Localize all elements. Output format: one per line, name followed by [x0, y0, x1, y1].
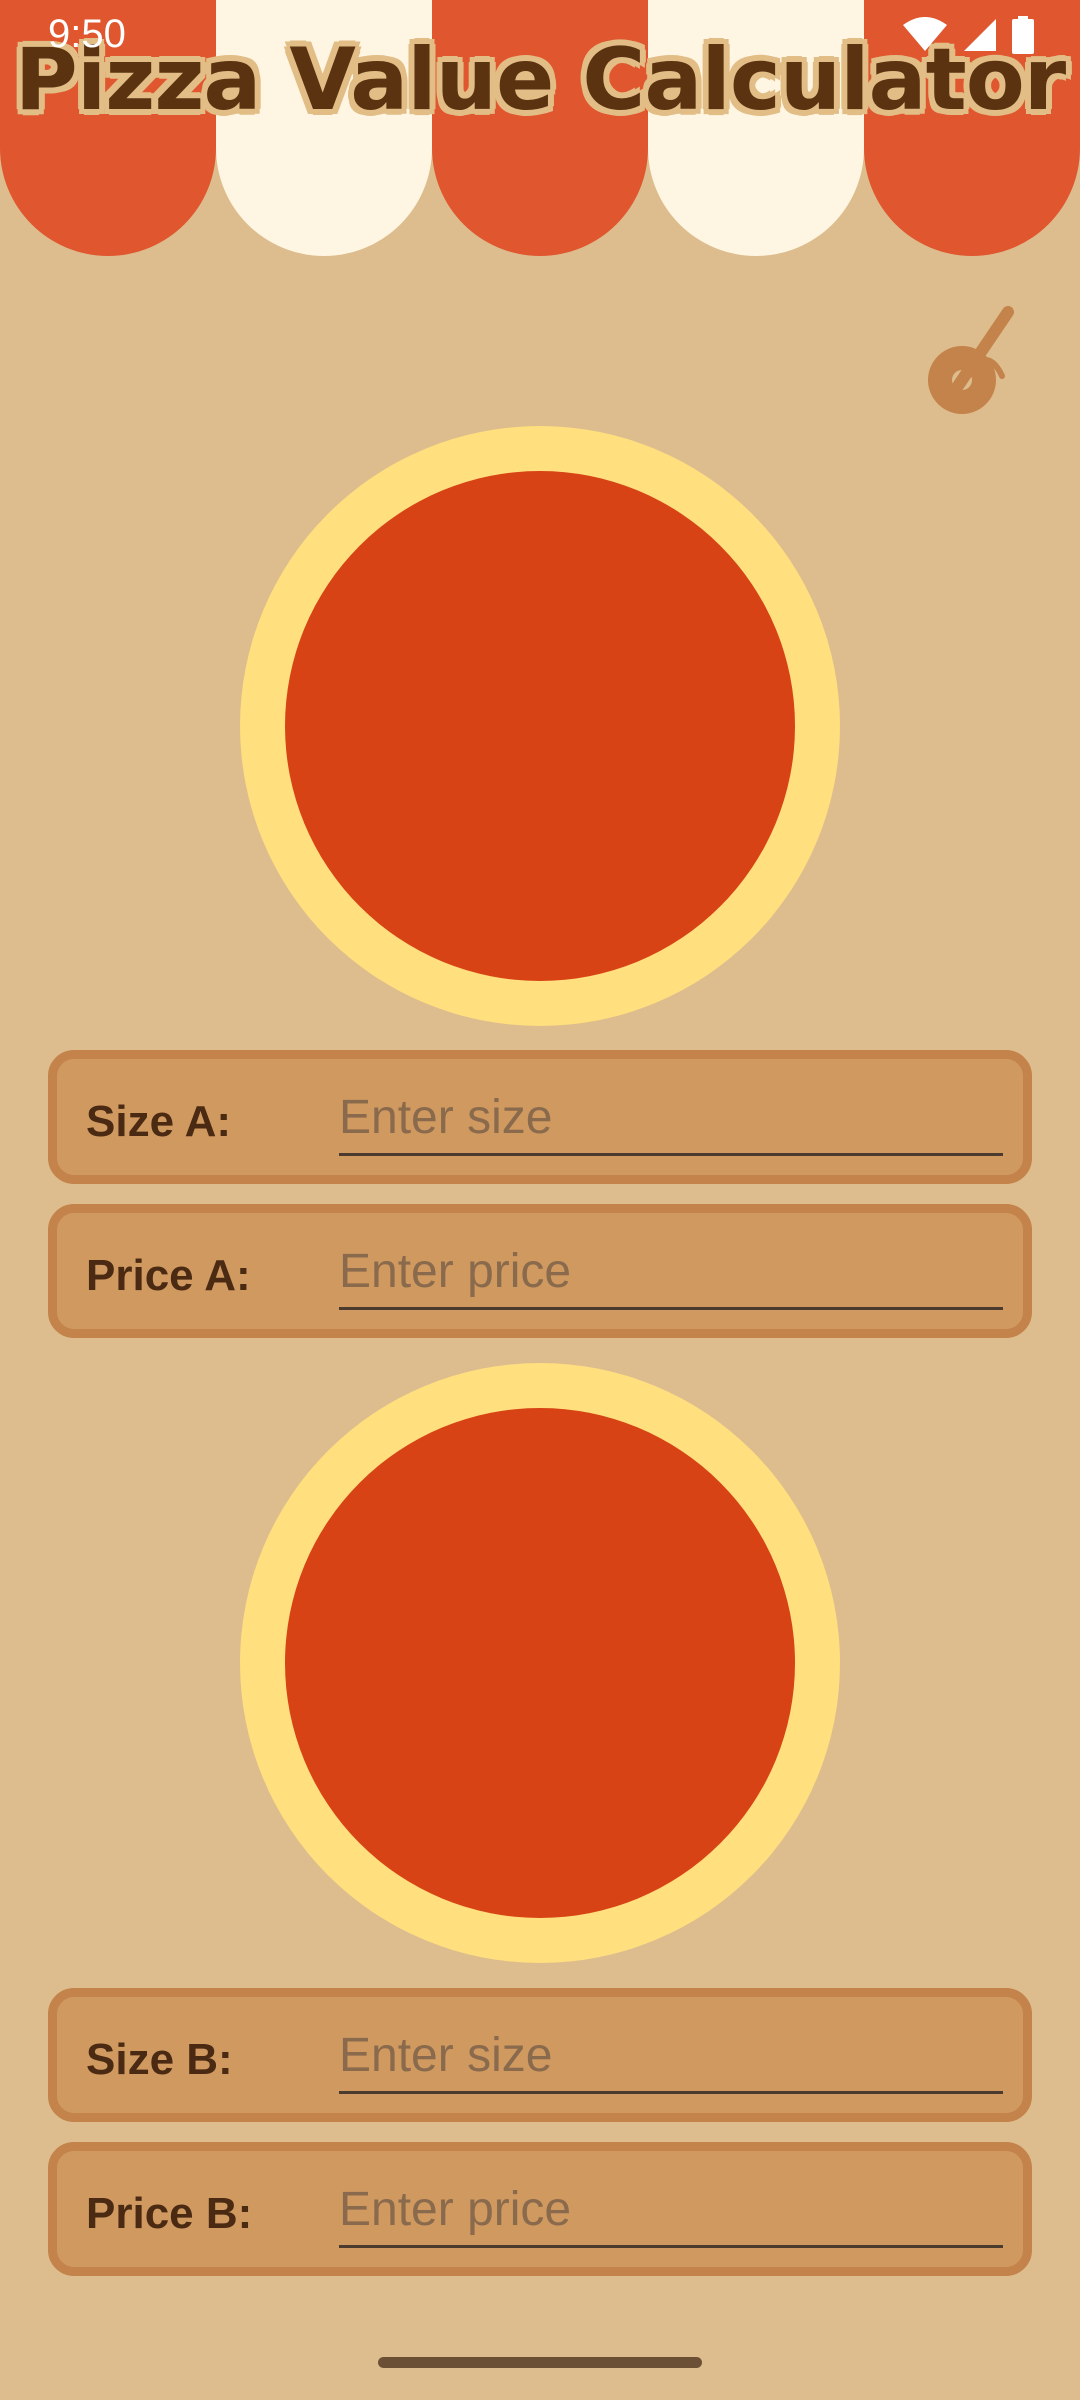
size-a-card: Size A:: [48, 1050, 1032, 1184]
status-bar: 9:50: [0, 0, 1080, 70]
size-a-label: Size A:: [86, 1097, 232, 1146]
price-b-label: Price B:: [86, 2189, 253, 2238]
price-a-card: Price A:: [48, 1204, 1032, 1338]
size-a-input[interactable]: [339, 1081, 1003, 1156]
pizza-cutter-icon[interactable]: [920, 306, 1020, 426]
size-b-label: Size B:: [86, 2035, 233, 2084]
price-b-card: Price B:: [48, 2142, 1032, 2276]
battery-icon: [1012, 16, 1034, 59]
price-a-label: Price A:: [86, 1251, 251, 1300]
price-b-input[interactable]: [339, 2173, 1003, 2248]
status-time: 9:50: [48, 12, 126, 56]
wifi-icon: [902, 17, 948, 58]
pizza-a-sauce: [285, 471, 795, 981]
pizza-a-illustration: [240, 426, 840, 1026]
pizza-b-sauce: [285, 1408, 795, 1918]
home-indicator[interactable]: [378, 2357, 702, 2368]
status-icons: [902, 16, 1034, 59]
pizza-b-illustration: [240, 1363, 840, 1963]
price-a-input[interactable]: [339, 1235, 1003, 1310]
size-b-card: Size B:: [48, 1988, 1032, 2122]
size-b-input[interactable]: [339, 2019, 1003, 2094]
cell-signal-icon: [962, 17, 998, 58]
